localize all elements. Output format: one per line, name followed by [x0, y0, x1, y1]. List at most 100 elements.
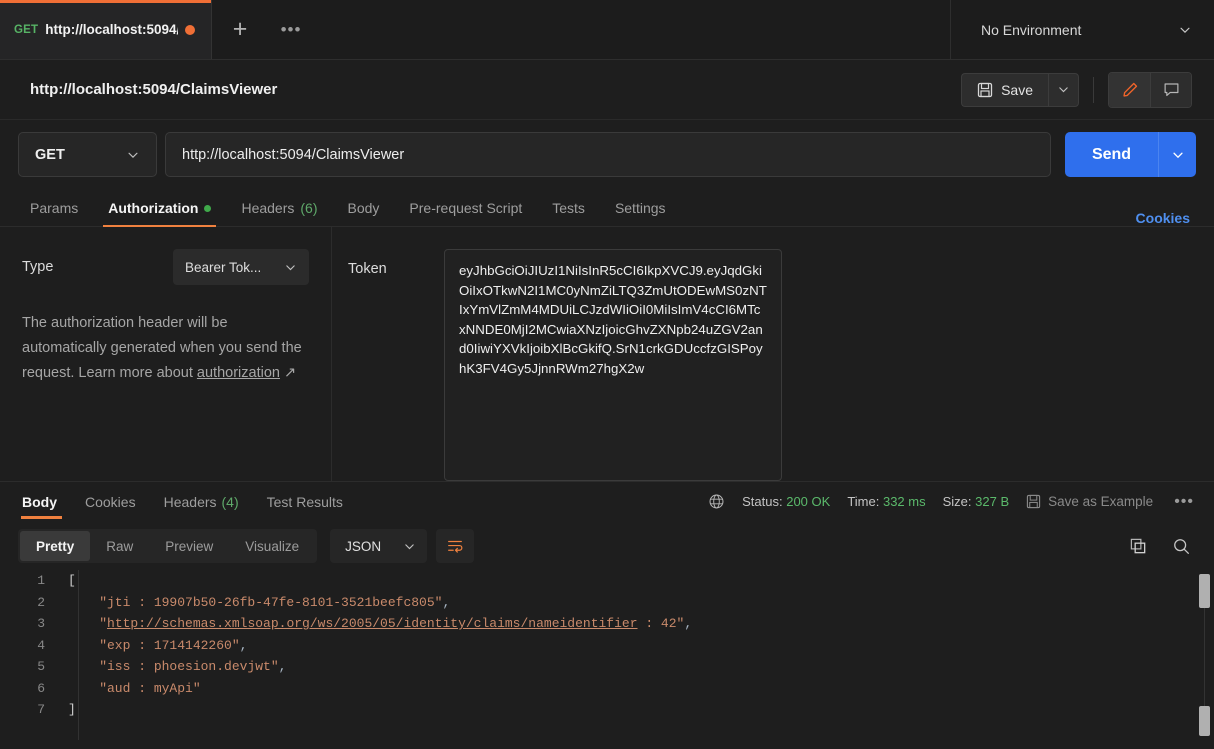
response-view-toolbar: Pretty Raw Preview Visualize JSON — [0, 521, 1214, 570]
auth-left-column: Type Bearer Tok... The authorization hea… — [0, 227, 332, 481]
chevron-down-icon — [128, 152, 138, 158]
auth-type-row: Type Bearer Tok... — [22, 249, 309, 285]
request-title-row: http://localhost:5094/ClaimsViewer Save — [0, 60, 1214, 120]
tab-headers-label: Headers — [241, 200, 295, 216]
status-label: Status: — [742, 494, 783, 509]
code-token: " — [68, 616, 108, 631]
auth-description: The authorization header will be automat… — [22, 311, 302, 386]
code-gutter-divider — [78, 570, 79, 740]
response-tab-headers[interactable]: Headers (4) — [150, 482, 253, 522]
authorization-pane: Type Bearer Tok... The authorization hea… — [0, 227, 1214, 481]
chevron-down-icon — [286, 264, 295, 270]
globe-icon — [709, 494, 724, 509]
environment-selector[interactable]: No Environment — [950, 0, 1214, 59]
size-value: 327 B — [975, 494, 1010, 509]
wrap-lines-button[interactable] — [436, 529, 475, 563]
send-options-button[interactable] — [1158, 132, 1196, 177]
tab-body[interactable]: Body — [333, 190, 395, 226]
status-block: Status: 200 OK — [742, 494, 830, 509]
tab-body-label: Body — [347, 200, 380, 216]
request-tab[interactable]: GET http://localhost:5094/C — [0, 0, 212, 59]
response-tab-headers-count: (4) — [221, 493, 239, 510]
floppy-disk-icon — [977, 82, 993, 97]
response-tab-cookies[interactable]: Cookies — [71, 482, 150, 522]
code-line: 1[ — [0, 570, 1214, 592]
save-button-label: Save — [1001, 81, 1033, 98]
response-body-code[interactable]: 1[2 "jti : 19907b50-26fb-47fe-8101-3521b… — [0, 570, 1214, 740]
code-line: 2 "jti : 19907b50-26fb-47fe-8101-3521bee… — [0, 592, 1214, 614]
view-mode-pretty[interactable]: Pretty — [20, 531, 91, 561]
size-block: Size: 327 B — [943, 494, 1010, 509]
time-value: 332 ms — [882, 494, 926, 509]
response-tab-body[interactable]: Body — [18, 482, 71, 522]
tab-bar-spacer — [314, 0, 950, 59]
code-line-number: 5 — [37, 659, 45, 674]
edit-button[interactable] — [1109, 72, 1150, 107]
view-mode-visualize[interactable]: Visualize — [229, 531, 315, 561]
response-tab-cookies-label: Cookies — [85, 493, 136, 510]
code-lines: 1[2 "jti : 19907b50-26fb-47fe-8101-3521b… — [0, 570, 1214, 721]
tab-authorization-label: Authorization — [108, 200, 199, 216]
code-line: 6 "aud : myApi" — [0, 678, 1214, 700]
external-link-arrow-icon: ↗ — [283, 365, 297, 381]
save-options-button[interactable] — [1048, 72, 1079, 107]
url-input[interactable]: http://localhost:5094/ClaimsViewer — [165, 132, 1051, 177]
code-line: 7] — [0, 699, 1214, 721]
auth-type-selector[interactable]: Bearer Tok... — [173, 249, 309, 285]
code-token: , — [239, 637, 248, 653]
tab-options-icon[interactable]: ••• — [268, 0, 314, 59]
view-mode-preview[interactable]: Preview — [149, 531, 229, 561]
code-line-text: "aud : myApi" — [60, 678, 200, 700]
copy-button[interactable] — [1121, 531, 1155, 561]
response-format-selector[interactable]: JSON — [330, 529, 428, 563]
response-meta: Status: 200 OK Time: 332 ms Size: 327 B … — [708, 493, 1198, 511]
response-tab-test-results[interactable]: Test Results — [253, 482, 357, 522]
http-method-value: GET — [35, 146, 65, 163]
http-method-selector[interactable]: GET — [18, 132, 157, 177]
save-as-example-button[interactable]: Save as Example — [1026, 494, 1153, 509]
tab-tests-label: Tests — [552, 200, 585, 216]
tab-headers-count: (6) — [300, 200, 318, 216]
tab-title-label: http://localhost:5094/C — [45, 22, 178, 37]
tab-bar: GET http://localhost:5094/C + ••• No Env… — [0, 0, 1214, 60]
cookies-link[interactable]: Cookies — [1136, 210, 1196, 226]
code-scrollbar-thumb-top[interactable] — [1199, 574, 1210, 608]
save-button[interactable]: Save — [961, 72, 1048, 107]
code-url-link[interactable]: http://schemas.xmlsoap.org/ws/2005/05/id… — [107, 616, 638, 631]
request-tabs: Params Authorization Headers (6) Body Pr… — [0, 191, 1214, 227]
chevron-down-icon — [405, 543, 414, 549]
tab-tests[interactable]: Tests — [537, 190, 600, 226]
code-line-text: "http://schemas.xmlsoap.org/ws/2005/05/i… — [60, 613, 692, 635]
auth-type-value: Bearer Tok... — [185, 259, 262, 275]
chevron-down-icon — [1059, 87, 1068, 93]
response-more-options-icon[interactable]: ••• — [1170, 493, 1198, 511]
code-scrollbar-thumb-bottom[interactable] — [1199, 706, 1210, 736]
unsaved-changes-dot — [185, 24, 195, 35]
tab-headers[interactable]: Headers (6) — [226, 190, 332, 226]
wrap-text-icon — [448, 540, 463, 553]
comments-button[interactable] — [1150, 72, 1191, 107]
new-tab-button[interactable]: + — [212, 0, 268, 59]
authorization-learn-more-link[interactable]: authorization — [197, 365, 280, 381]
code-line-text: "exp : 1714142260", — [60, 635, 247, 657]
chevron-down-icon — [1172, 152, 1183, 158]
code-line: 4 "exp : 1714142260", — [0, 635, 1214, 657]
response-tab-headers-label: Headers — [163, 493, 217, 510]
code-line-text: [ — [60, 570, 76, 592]
code-line-text: "jti : 19907b50-26fb-47fe-8101-3521beefc… — [60, 592, 450, 614]
search-button[interactable] — [1164, 531, 1198, 561]
token-input[interactable]: eyJhbGciOiJIUzI1NiIsInR5cCI6IkpXVCJ9.eyJ… — [444, 249, 782, 481]
copy-icon — [1130, 538, 1145, 553]
send-button[interactable]: Send — [1065, 132, 1158, 177]
tab-params-label: Params — [30, 200, 79, 216]
tab-params[interactable]: Params — [18, 190, 93, 226]
tab-pre-request-script[interactable]: Pre-request Script — [394, 190, 537, 226]
tab-method-label: GET — [14, 23, 39, 36]
auth-right-column: Token eyJhbGciOiJIUzI1NiIsInR5cCI6IkpXVC… — [332, 227, 1214, 481]
tab-settings[interactable]: Settings — [600, 190, 681, 226]
tab-authorization[interactable]: Authorization — [93, 190, 226, 227]
token-label: Token — [348, 261, 387, 277]
code-token: "iss : phoesion.devjwt" — [68, 659, 279, 674]
code-token: ] — [68, 702, 76, 717]
view-mode-raw[interactable]: Raw — [90, 531, 149, 561]
